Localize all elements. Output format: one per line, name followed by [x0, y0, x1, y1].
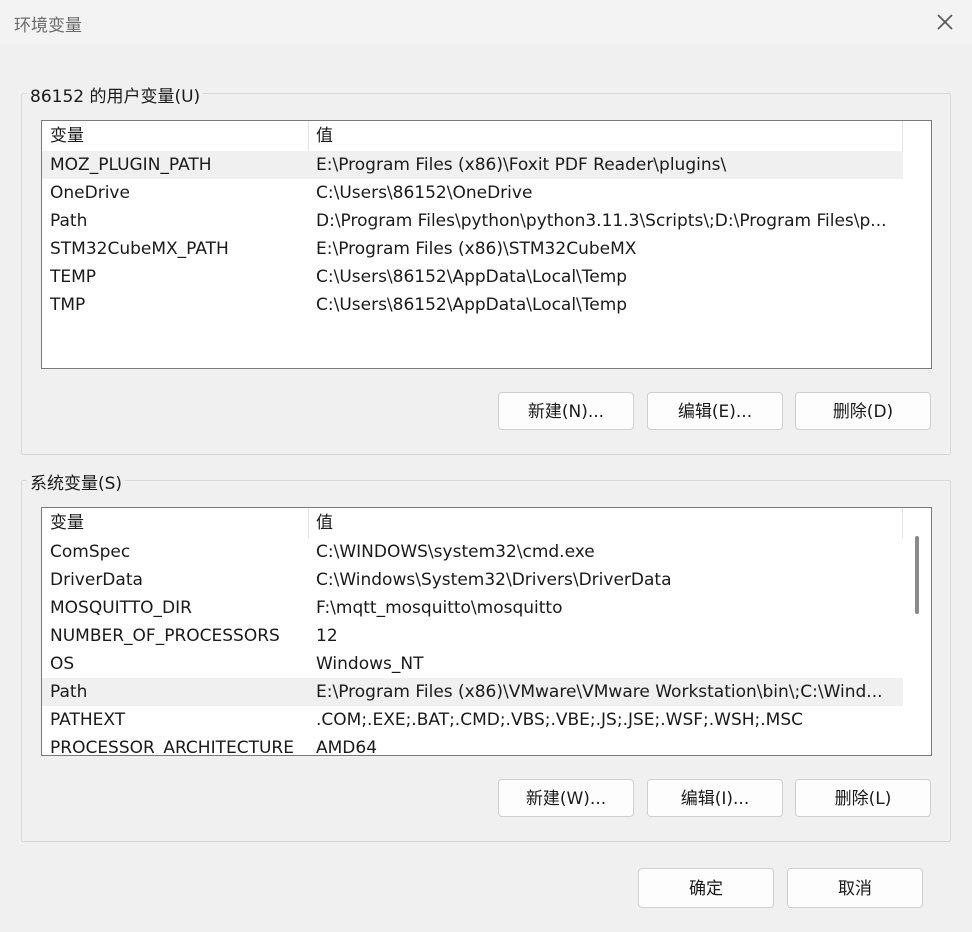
variable-value-cell: .COM;.EXE;.BAT;.CMD;.VBS;.VBE;.JS;.JSE;.… — [316, 710, 804, 730]
variable-value-cell: F:\mqtt_mosquitto\mosquitto — [316, 598, 563, 618]
user-edit-button[interactable]: 编辑(E)... — [647, 392, 783, 430]
variable-name-cell: OneDrive — [50, 183, 130, 203]
variable-name-cell: PATHEXT — [50, 710, 126, 730]
column-header-variable[interactable]: 变量 — [50, 508, 84, 538]
variable-name-cell: Path — [50, 682, 88, 702]
variable-value-cell: C:\Users\86152\AppData\Local\Temp — [316, 267, 628, 287]
table-row[interactable]: PATHEXT .COM;.EXE;.BAT;.CMD;.VBS;.VBE;.JS… — [42, 706, 903, 734]
table-row[interactable]: NUMBER_OF_PROCESSORS 12 — [42, 622, 903, 650]
variable-name-cell: TMP — [50, 295, 86, 315]
variable-name-cell: TEMP — [50, 267, 97, 287]
user-list-header: 变量 值 — [42, 121, 903, 151]
table-row[interactable]: STM32CubeMX_PATH E:\Program Files (x86)\S… — [42, 235, 903, 263]
variable-value-cell: AMD64 — [316, 738, 378, 756]
variable-name-cell: OS — [50, 654, 75, 674]
variable-value-cell: E:\Program Files (x86)\VMware\VMware Wor… — [316, 682, 883, 702]
close-icon — [937, 14, 953, 30]
column-header-value[interactable]: 值 — [316, 121, 333, 151]
system-rows: ComSpec C:\WINDOWS\system32\cmd.exe Driver… — [42, 538, 903, 756]
variable-name-cell: DriverData — [50, 570, 143, 590]
table-row[interactable]: ComSpec C:\WINDOWS\system32\cmd.exe — [42, 538, 903, 566]
system-list-header: 变量 值 — [42, 508, 903, 538]
variable-value-cell: E:\Program Files (x86)\Foxit PDF Reader\… — [316, 155, 727, 175]
system-variables-label: 系统变量(S) — [27, 469, 126, 494]
user-variables-list[interactable]: 变量 值 MOZ_PLUGIN_PATH E:\Program Files (x8… — [41, 120, 932, 369]
ok-button[interactable]: 确定 — [638, 868, 774, 908]
variable-value-cell: C:\WINDOWS\system32\cmd.exe — [316, 542, 595, 562]
table-row[interactable]: MOSQUITTO_DIR F:\mqtt_mosquitto\mosquitto — [42, 594, 903, 622]
column-header-variable[interactable]: 变量 — [50, 121, 84, 151]
user-rows: MOZ_PLUGIN_PATH E:\Program Files (x86)\Fo… — [42, 151, 903, 319]
variable-name-cell: ComSpec — [50, 542, 131, 562]
user-variables-label: 86152 的用户变量(U) — [27, 82, 204, 107]
system-edit-button[interactable]: 编辑(I)... — [647, 779, 783, 817]
table-row[interactable]: TMP C:\Users\86152\AppData\Local\Temp — [42, 291, 903, 319]
table-row[interactable]: DriverData C:\Windows\System32\Drivers\Dr… — [42, 566, 903, 594]
system-new-button[interactable]: 新建(W)... — [498, 779, 634, 817]
close-button[interactable] — [932, 9, 958, 35]
variable-value-cell: C:\Windows\System32\Drivers\DriverData — [316, 570, 672, 590]
variable-name-cell: MOZ_PLUGIN_PATH — [50, 155, 212, 175]
variable-value-cell: D:\Program Files\python\python3.11.3\Scr… — [316, 211, 887, 231]
table-row[interactable]: TEMP C:\Users\86152\AppData\Local\Temp — [42, 263, 903, 291]
variable-value-cell: E:\Program Files (x86)\STM32CubeMX — [316, 239, 637, 259]
table-row[interactable]: PROCESSOR_ARCHITECTURE AMD64 — [42, 734, 903, 756]
system-delete-button[interactable]: 删除(L) — [795, 779, 931, 817]
system-list-scrollbar[interactable] — [903, 508, 931, 755]
variable-value-cell: C:\Users\86152\AppData\Local\Temp — [316, 295, 628, 315]
table-row[interactable]: OS Windows_NT — [42, 650, 903, 678]
table-row[interactable]: OneDrive C:\Users\86152\OneDrive — [42, 179, 903, 207]
table-row[interactable]: Path D:\Program Files\python\python3.11.3… — [42, 207, 903, 235]
title-bar: 环境变量 — [0, 0, 972, 44]
column-divider[interactable] — [308, 121, 309, 151]
user-delete-button[interactable]: 删除(D) — [795, 392, 931, 430]
system-variables-list[interactable]: 变量 值 ComSpec C:\WINDOWS\system32\cmd.exe D… — [41, 507, 932, 756]
environment-variables-dialog: 环境变量 86152 的用户变量(U) 变量 值 MOZ_PLUGIN_PATH… — [0, 0, 972, 932]
variable-name-cell: MOSQUITTO_DIR — [50, 598, 192, 618]
variable-value-cell: C:\Users\86152\OneDrive — [316, 183, 533, 203]
table-row[interactable]: MOZ_PLUGIN_PATH E:\Program Files (x86)\Fo… — [42, 151, 903, 179]
variable-name-cell: STM32CubeMX_PATH — [50, 239, 229, 259]
variable-value-cell: Windows_NT — [316, 654, 424, 674]
window-title: 环境变量 — [14, 16, 82, 36]
user-new-button[interactable]: 新建(N)... — [498, 392, 634, 430]
variable-name-cell: Path — [50, 211, 88, 231]
scrollbar-thumb[interactable] — [915, 536, 919, 614]
column-divider[interactable] — [308, 508, 309, 538]
user-list-scrollbar — [903, 121, 931, 368]
column-header-value[interactable]: 值 — [316, 508, 333, 538]
cancel-button[interactable]: 取消 — [787, 868, 923, 908]
variable-name-cell: NUMBER_OF_PROCESSORS — [50, 626, 280, 646]
variable-value-cell: 12 — [316, 626, 338, 646]
table-row[interactable]: Path E:\Program Files (x86)\VMware\VMware… — [42, 678, 903, 706]
variable-name-cell: PROCESSOR_ARCHITECTURE — [50, 738, 294, 756]
